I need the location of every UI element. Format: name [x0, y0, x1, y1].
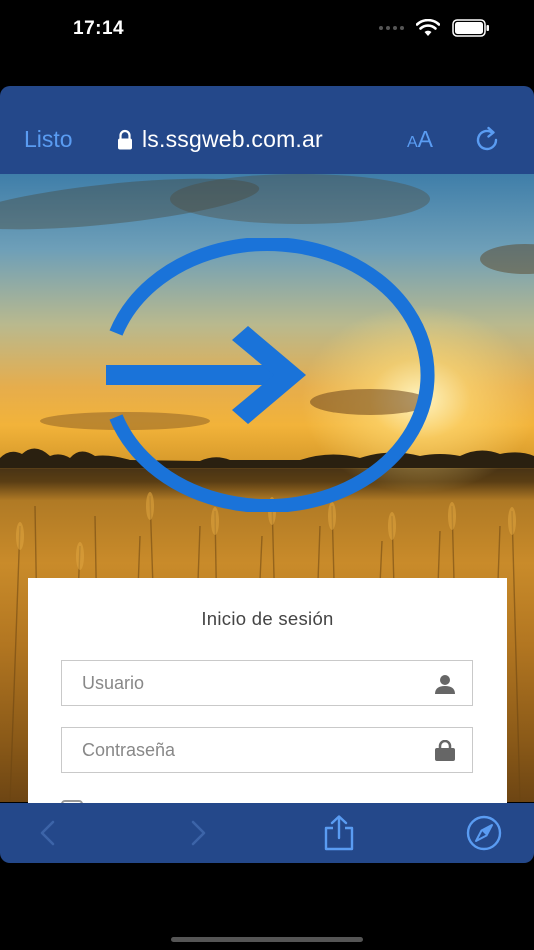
- wifi-icon: [416, 19, 440, 36]
- username-input[interactable]: [62, 661, 432, 705]
- status-indicators: [379, 19, 490, 37]
- cloud: [170, 174, 430, 224]
- status-bar: 17:14: [0, 0, 534, 60]
- login-arrow-icon: [106, 238, 435, 512]
- padlock-icon: [435, 740, 455, 761]
- back-button[interactable]: [30, 815, 66, 851]
- reload-icon[interactable]: [474, 126, 502, 154]
- password-field: [61, 727, 473, 773]
- status-time: 17:14: [73, 18, 125, 39]
- login-title: Inicio de sesión: [201, 608, 334, 629]
- username-field: [61, 660, 473, 706]
- home-indicator[interactable]: [171, 937, 363, 942]
- forward-button[interactable]: [180, 815, 216, 851]
- chevron-left-icon: [40, 820, 55, 846]
- text-size-small-glyph: A: [407, 134, 418, 151]
- compass-icon: [466, 815, 502, 851]
- cloud: [480, 244, 534, 274]
- lock-icon: [118, 129, 132, 149]
- user-icon: [435, 675, 455, 694]
- share-button[interactable]: [321, 815, 357, 851]
- login-card: Inicio de sesión: [28, 578, 507, 822]
- chevron-right-icon: [191, 820, 206, 846]
- text-size-large-glyph: A: [417, 126, 434, 152]
- address-bar[interactable]: ls.ssgweb.com.ar: [116, 126, 323, 153]
- open-in-safari-button[interactable]: [466, 815, 502, 851]
- password-input[interactable]: [62, 728, 432, 772]
- cellular-signal-icon: [379, 26, 404, 30]
- battery-icon: [452, 19, 489, 37]
- share-icon: [324, 815, 354, 851]
- text-size-button[interactable]: AA: [407, 126, 433, 153]
- browser-bottom-bar: [0, 803, 534, 863]
- url-text: ls.ssgweb.com.ar: [142, 126, 323, 152]
- done-button[interactable]: Listo: [24, 126, 73, 153]
